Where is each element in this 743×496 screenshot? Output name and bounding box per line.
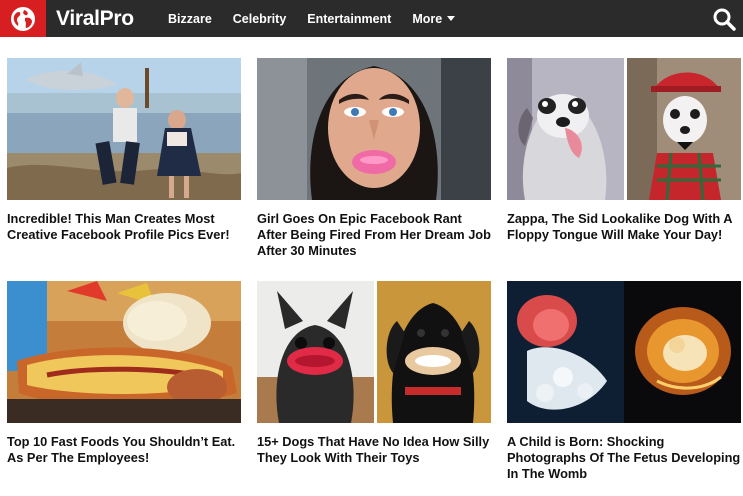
article-thumbnail[interactable] [7,281,241,423]
article-thumbnail[interactable] [7,58,241,200]
site-logo[interactable] [0,0,46,37]
main-nav: Bizzare Celebrity Entertainment More [168,12,476,26]
article-title[interactable]: A Child is Born: Shocking Photographs Of… [507,434,741,482]
search-icon [713,8,736,31]
article-title[interactable]: Incredible! This Man Creates Most Creati… [7,211,241,243]
top-navbar: ViralPro Bizzare Celebrity Entertainment… [0,0,743,37]
search-button[interactable] [711,6,737,32]
globe-icon [11,6,35,31]
article-thumbnail[interactable] [257,58,491,200]
article-thumbnail[interactable] [507,281,741,423]
article-title[interactable]: Top 10 Fast Foods You Shouldn’t Eat. As … [7,434,241,466]
article-card[interactable]: A Child is Born: Shocking Photographs Of… [507,281,741,482]
article-title[interactable]: 15+ Dogs That Have No Idea How Silly The… [257,434,491,466]
nav-more-label: More [412,11,443,26]
article-thumbnail[interactable] [507,58,741,200]
article-card[interactable]: 15+ Dogs That Have No Idea How Silly The… [257,281,491,466]
article-card[interactable]: Top 10 Fast Foods You Shouldn’t Eat. As … [7,281,241,466]
article-title[interactable]: Girl Goes On Epic Facebook Rant After Be… [257,211,491,259]
article-thumbnail[interactable] [257,281,491,423]
article-card[interactable]: Zappa, The Sid Lookalike Dog With A Flop… [507,58,741,243]
nav-item-celebrity[interactable]: Celebrity [233,12,287,26]
nav-more-dropdown[interactable]: More [412,11,456,26]
nav-item-entertainment[interactable]: Entertainment [307,12,391,26]
article-card[interactable]: Girl Goes On Epic Facebook Rant After Be… [257,58,491,259]
site-brand[interactable]: ViralPro [56,7,158,31]
nav-item-bizzare[interactable]: Bizzare [168,12,212,26]
article-title[interactable]: Zappa, The Sid Lookalike Dog With A Flop… [507,211,741,243]
article-card[interactable]: Incredible! This Man Creates Most Creati… [7,58,241,243]
caret-down-icon [447,15,456,21]
